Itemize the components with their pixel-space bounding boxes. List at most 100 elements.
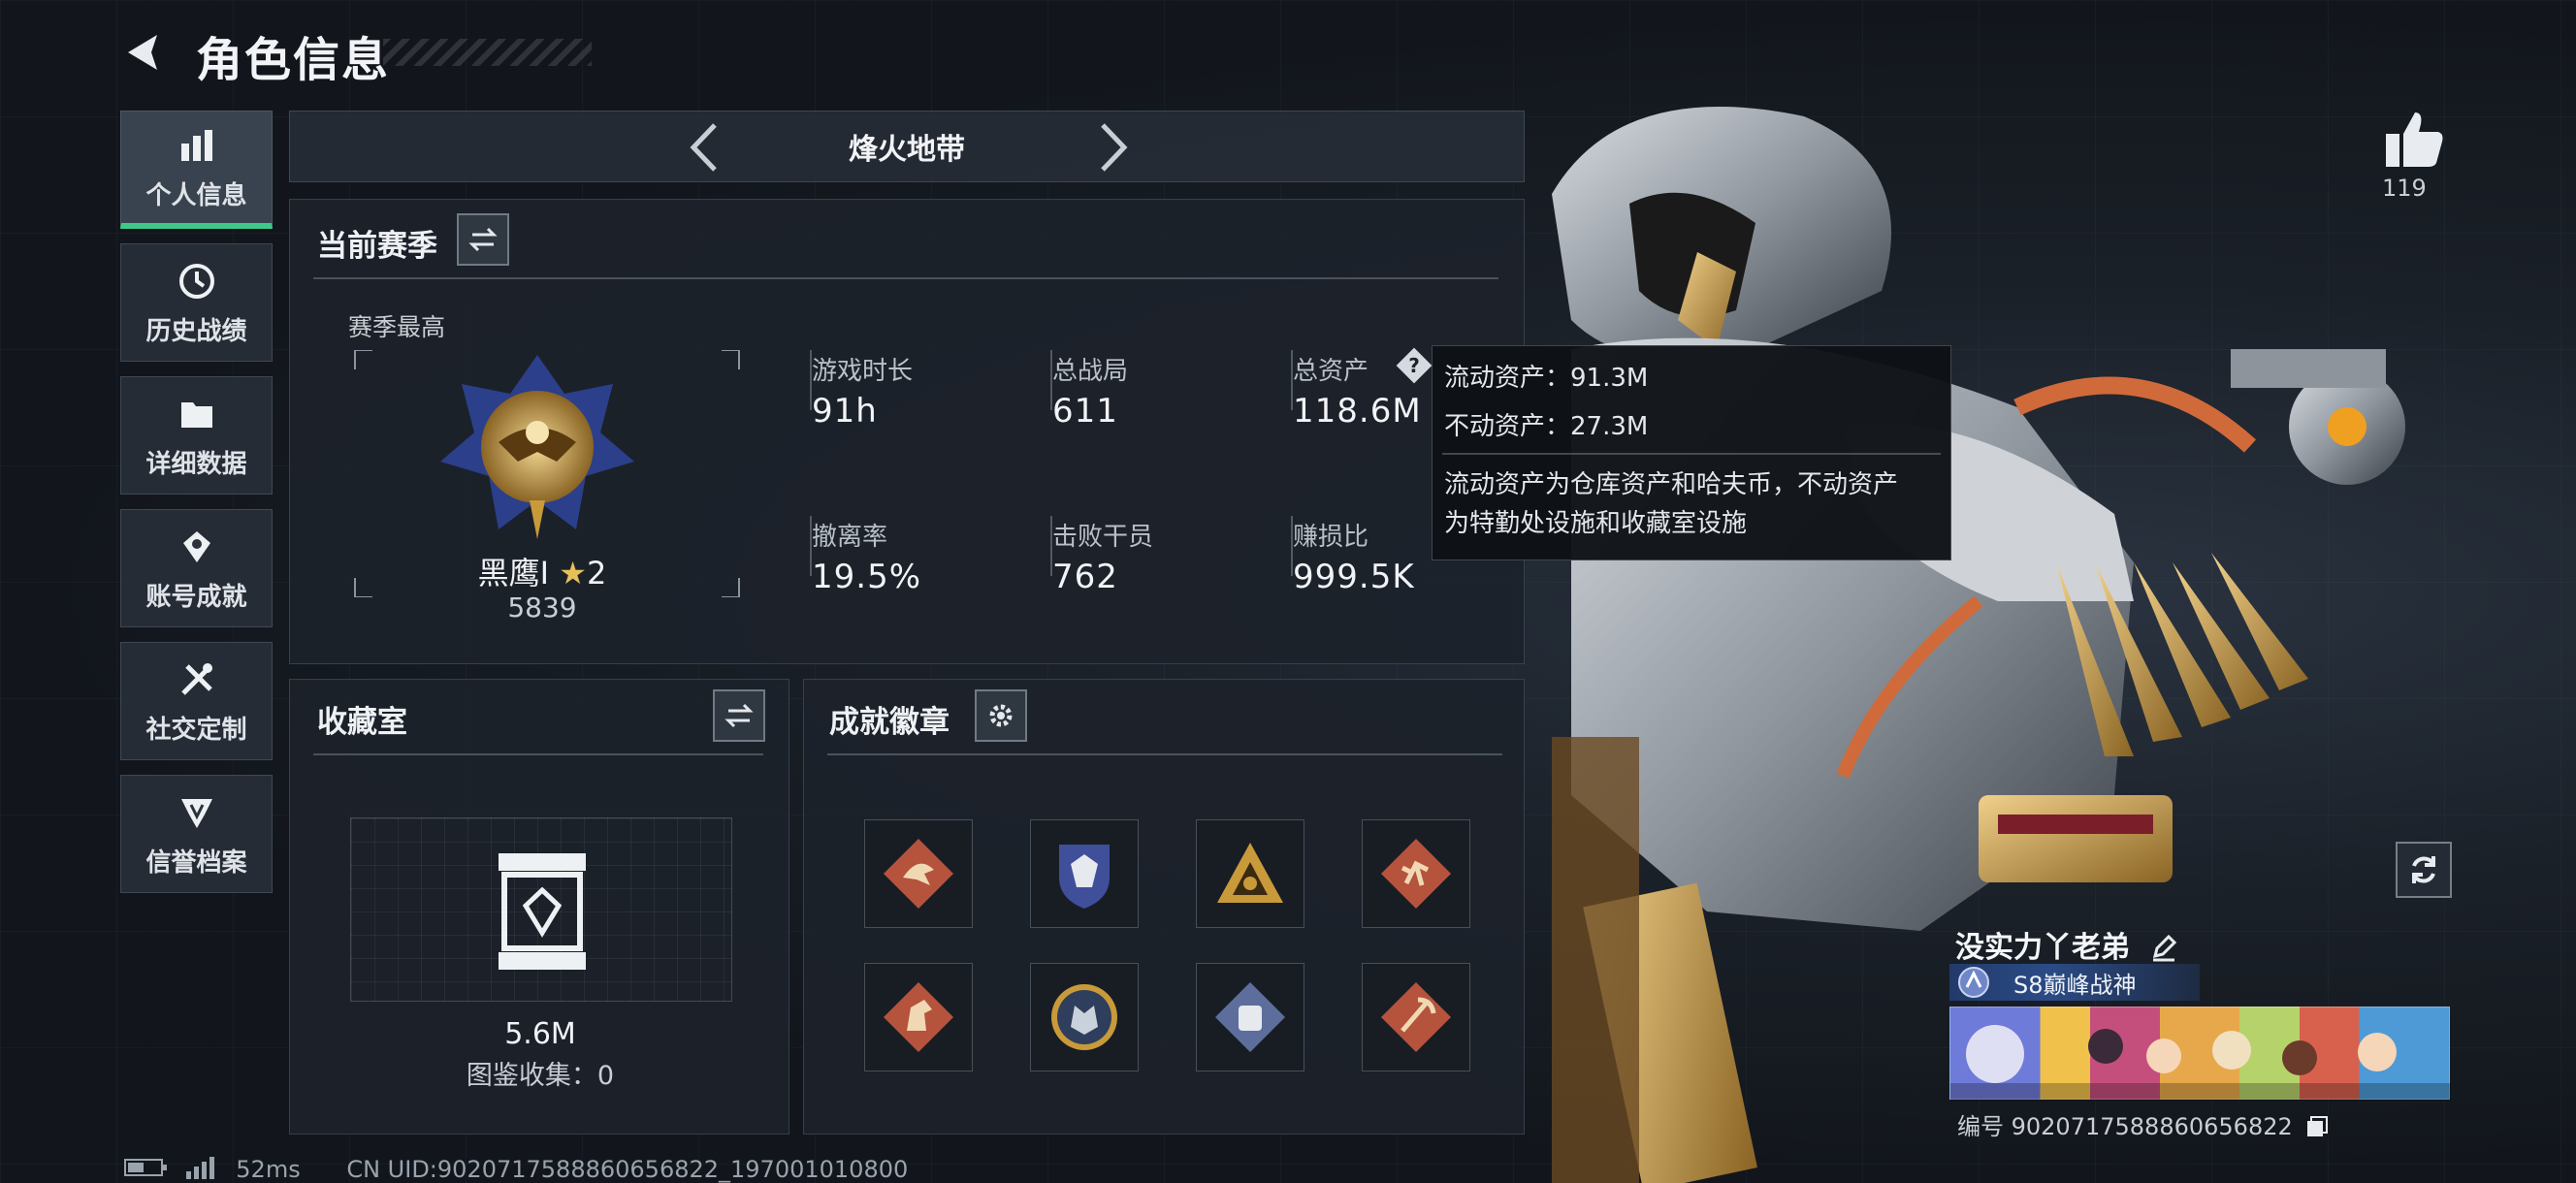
- status-bar: 52ms CN UID:9020717588860656822_19700101…: [124, 1156, 908, 1183]
- season-title: 当前赛季: [317, 229, 437, 264]
- like-button[interactable]: [2380, 105, 2448, 173]
- mode-selector: 烽火地带: [289, 111, 1525, 182]
- mode-prev-button[interactable]: [678, 121, 730, 174]
- wolf-coin-badge-icon: [1051, 984, 1117, 1050]
- stat-value-extraction-rate: 19.5%: [812, 558, 922, 596]
- stat-label-operators-defeated: 击败干员: [1052, 523, 1154, 552]
- title-decoration: [383, 39, 592, 66]
- tools-icon: [175, 657, 219, 702]
- chevron-right-icon: [1101, 123, 1128, 172]
- shield-emblem-icon: [175, 790, 219, 835]
- collection-preview[interactable]: [350, 817, 732, 1002]
- tooltip-liquid-assets: 流动资产：91.3M: [1444, 364, 1649, 393]
- sidebar-item-credit-profile[interactable]: 信誉档案: [120, 775, 273, 893]
- collection-switch-button[interactable]: [713, 689, 765, 742]
- runner-badge-icon: [1381, 839, 1451, 909]
- rank-name-row: 黑鹰I ★2: [290, 549, 794, 593]
- stat-value-operators-defeated: 762: [1052, 558, 1118, 596]
- tooltip-description-line2: 为特勤处设施和收藏室设施: [1444, 509, 1748, 538]
- help-icon[interactable]: ?: [1396, 347, 1433, 384]
- wolf-shield-badge-icon: [1059, 845, 1110, 909]
- achievements-title: 成就徽章: [829, 705, 950, 740]
- sidebar-item-detailed-data[interactable]: 详细数据: [120, 376, 273, 495]
- tooltip-fixed-assets: 不动资产：27.3M: [1444, 412, 1649, 441]
- refresh-button[interactable]: [2396, 842, 2452, 898]
- refresh-icon: [2412, 856, 2435, 883]
- achievement-badge[interactable]: [1362, 819, 1470, 928]
- rank-tag: S8巅峰战神: [1949, 964, 2200, 1001]
- player-banner[interactable]: [1949, 1007, 2451, 1101]
- medal-icon: [175, 525, 219, 569]
- sidebar-item-history[interactable]: 历史战绩: [120, 243, 273, 362]
- sidebar-item-personal-info[interactable]: 个人信息: [120, 111, 273, 229]
- edit-icon[interactable]: [2149, 933, 2182, 966]
- sidebar-item-label: 社交定制: [145, 715, 247, 745]
- divider: [313, 277, 1498, 279]
- achievement-badge[interactable]: [1196, 819, 1304, 928]
- back-arrow-icon: [128, 35, 157, 70]
- stat-label-extraction-rate: 撤离率: [812, 523, 888, 552]
- clock-history-icon: [175, 259, 219, 304]
- player-name: 没实力丫老弟: [1955, 931, 2130, 965]
- achievement-badge[interactable]: [864, 963, 973, 1071]
- display-case-icon: [499, 853, 586, 970]
- mode-next-button[interactable]: [1087, 121, 1140, 174]
- chevron-left-icon: [690, 123, 717, 172]
- svg-text:?: ?: [1408, 354, 1420, 377]
- rank-name: 黑鹰I: [477, 555, 550, 592]
- battery-icon: [124, 1157, 169, 1183]
- stat-label-total-assets: 总资产: [1293, 357, 1369, 386]
- player-id: 编号 9020717588860656822: [1957, 1113, 2293, 1140]
- player-id-row: 编号 9020717588860656822: [1957, 1107, 2331, 1141]
- folder-icon: [175, 392, 219, 436]
- swap-icon: [724, 703, 754, 728]
- achievement-badge[interactable]: [1030, 963, 1139, 1071]
- rank-tag-emblem-icon: [1958, 967, 1989, 998]
- stat-label-total-matches: 总战局: [1052, 357, 1129, 386]
- rank-stars: 2: [586, 555, 607, 592]
- dragon-badge-icon: [884, 839, 953, 909]
- season-highest-label: 赛季最高: [348, 313, 446, 341]
- collection-title: 收藏室: [317, 705, 407, 740]
- season-panel: 当前赛季 赛季最高 黑鹰I ★2 5839 游戏时长 91h 总战局 611 总…: [289, 199, 1525, 664]
- sidebar-item-social-custom[interactable]: 社交定制: [120, 642, 273, 760]
- gear-icon: [989, 704, 1013, 727]
- collection-catalog: 图鉴收集：0: [466, 1061, 615, 1091]
- copy-icon[interactable]: [2305, 1115, 2331, 1140]
- achievement-badge[interactable]: [1030, 819, 1139, 928]
- rank-tag-label: S8巅峰战神: [2013, 971, 2137, 999]
- sidebar-item-label: 历史战绩: [145, 316, 247, 346]
- divider: [827, 753, 1502, 755]
- rank-score: 5839: [507, 592, 577, 623]
- tooltip-description-line1: 流动资产为仓库资产和哈夫币，不动资产: [1444, 470, 1899, 499]
- mode-title: 烽火地带: [849, 133, 965, 167]
- assets-tooltip: 流动资产：91.3M 不动资产：27.3M 流动资产为仓库资产和哈夫币，不动资产…: [1432, 345, 1951, 560]
- banner-artwork: [1950, 1025, 2451, 1101]
- back-button[interactable]: [116, 23, 175, 81]
- fist-badge-icon: [1215, 982, 1285, 1052]
- sidebar-item-label: 详细数据: [145, 449, 247, 479]
- swap-icon: [468, 227, 498, 252]
- stat-value-playtime: 91h: [812, 392, 878, 431]
- sidebar-item-achievements[interactable]: 账号成就: [120, 509, 273, 627]
- season-switch-button[interactable]: [457, 213, 509, 266]
- black-hawk-rank-icon: [440, 355, 634, 539]
- achievement-badge[interactable]: [1196, 963, 1304, 1071]
- sidebar-item-label: 账号成就: [145, 582, 247, 612]
- sidebar-item-label: 信誉档案: [145, 847, 247, 878]
- stat-value-total-assets: 118.6M: [1293, 392, 1422, 431]
- achievement-badge[interactable]: [1362, 963, 1470, 1071]
- thumbs-up-icon: [2386, 112, 2443, 167]
- collection-panel: 收藏室 5.6M 图鉴收集：0: [289, 679, 789, 1135]
- uid-text: CN UID:9020717588860656822_197001010800: [346, 1156, 909, 1183]
- divider: [1442, 453, 1941, 455]
- achievements-panel: 成就徽章: [803, 679, 1525, 1135]
- player-name-row: 没实力丫老弟: [1955, 923, 2182, 966]
- ping-value: 52ms: [236, 1156, 301, 1183]
- achievements-settings-button[interactable]: [975, 689, 1027, 742]
- stat-label-playtime: 游戏时长: [812, 357, 914, 386]
- like-count: 119: [2382, 175, 2427, 202]
- star-icon: ★: [559, 555, 587, 592]
- achievement-badge[interactable]: [864, 819, 973, 928]
- signal-icon: [184, 1156, 217, 1183]
